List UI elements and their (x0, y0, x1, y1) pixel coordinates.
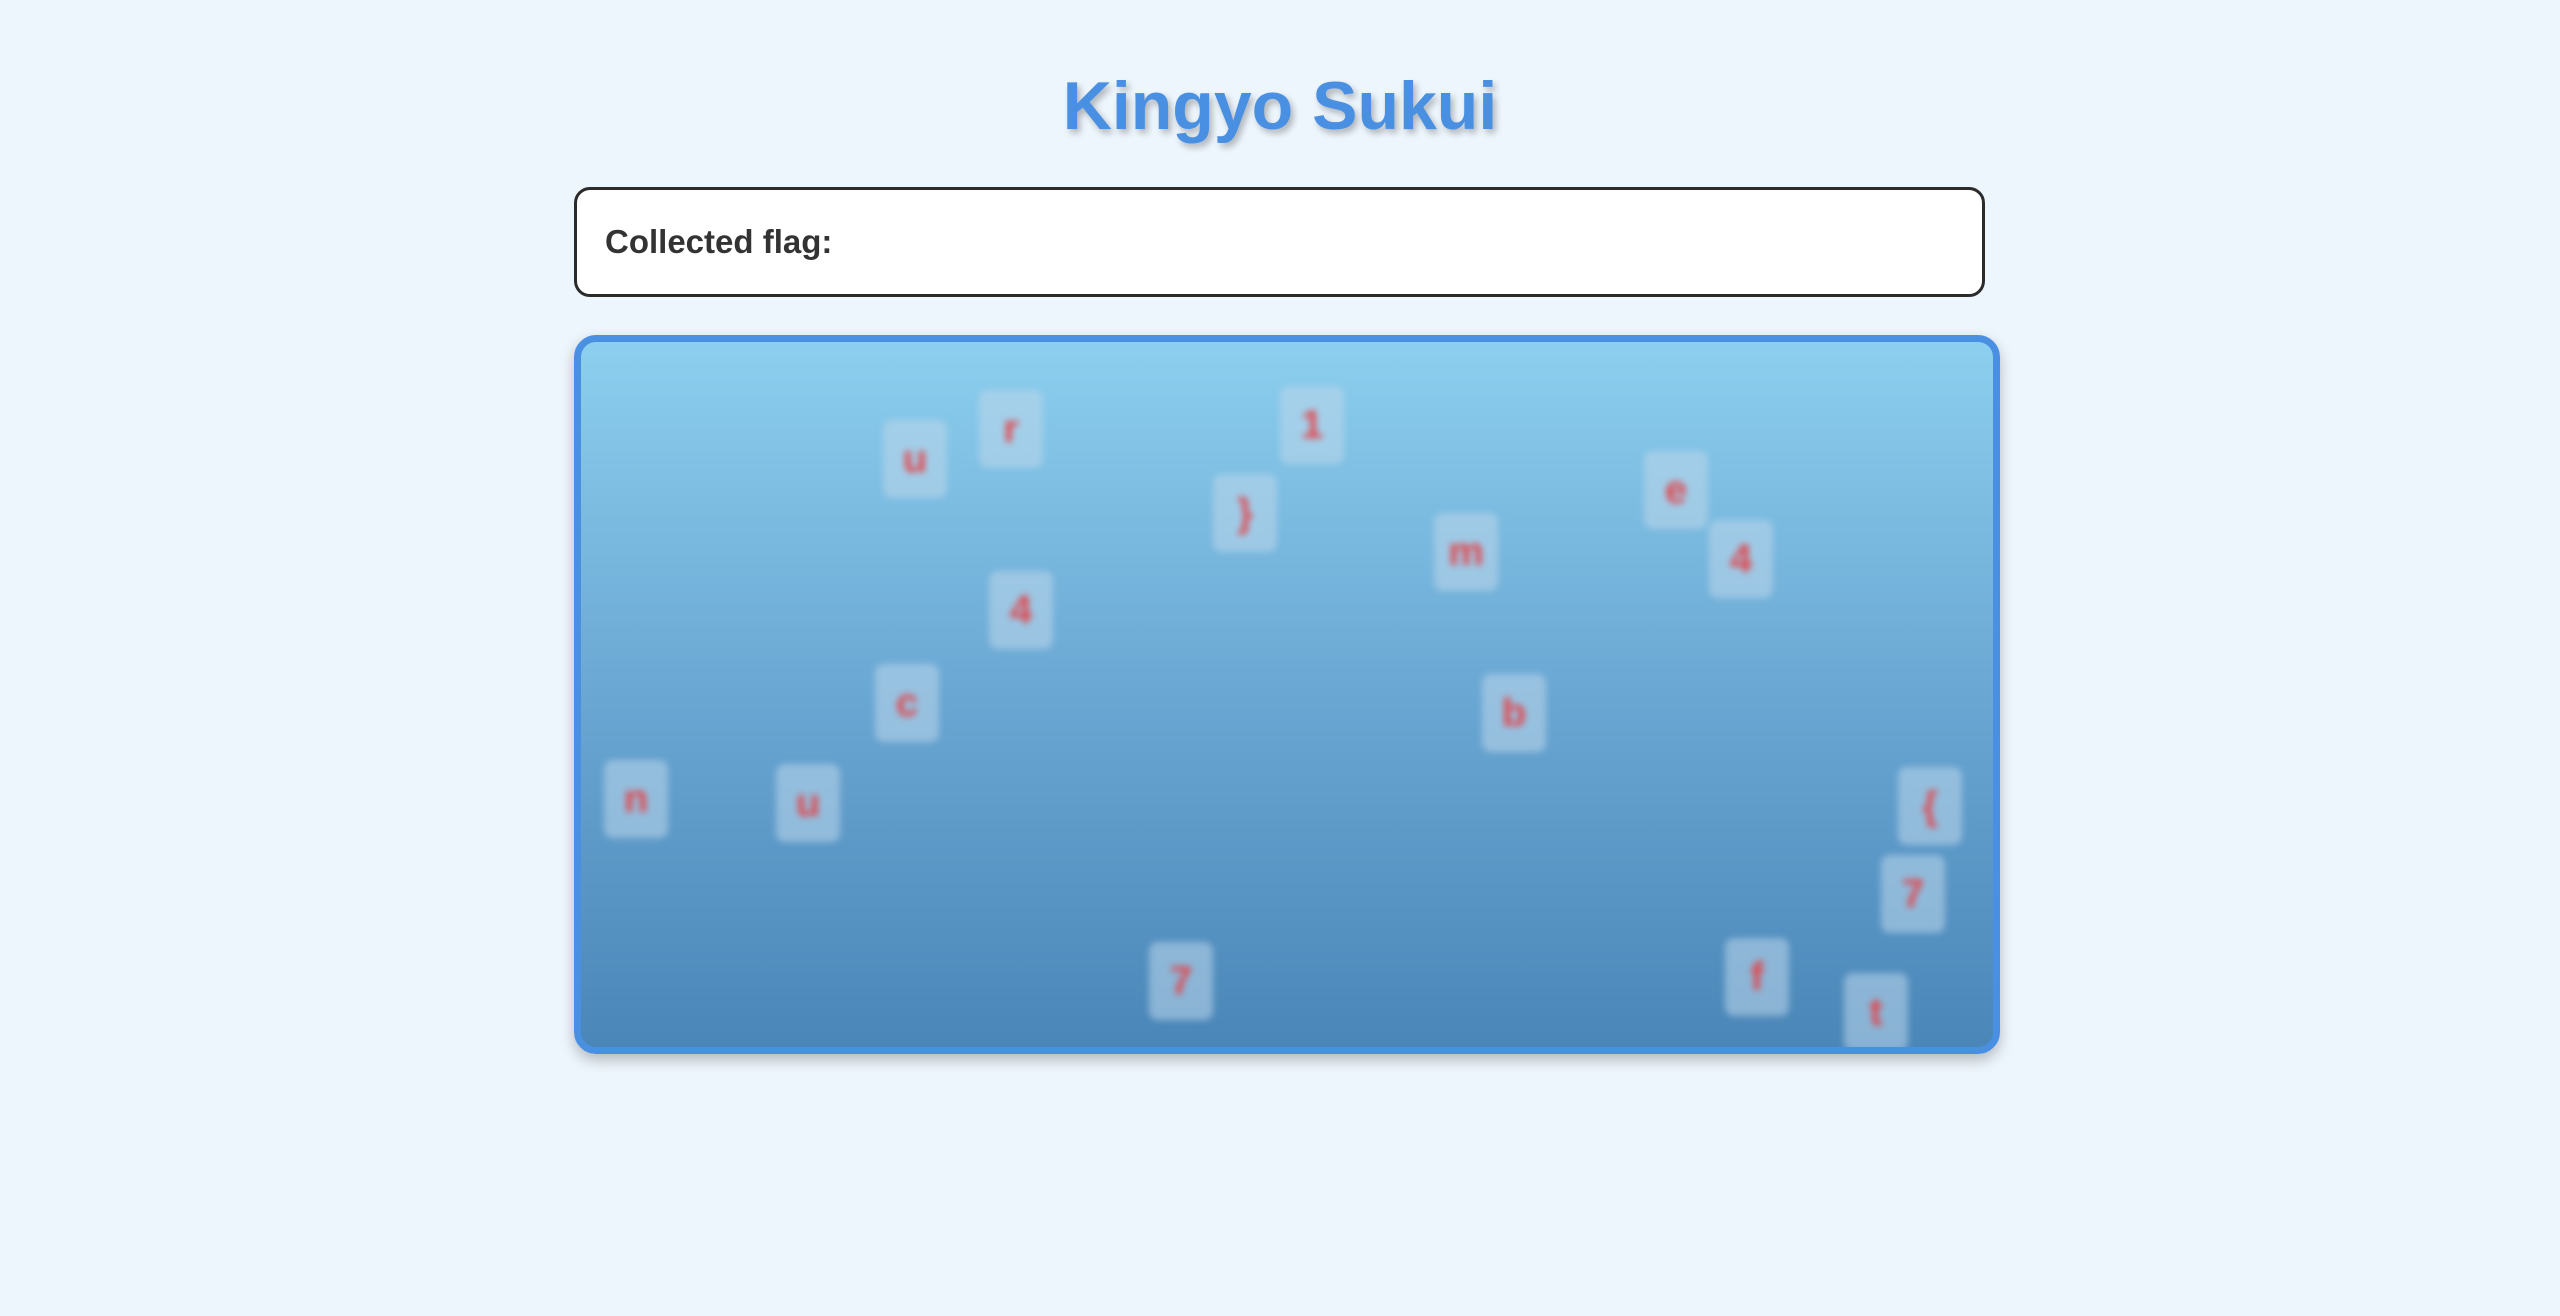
fish-letter[interactable]: m (1434, 513, 1498, 591)
fish-letter[interactable]: 4 (1709, 520, 1773, 598)
fish-letter-char: { (1922, 783, 1938, 828)
fish-letter[interactable]: b (1482, 674, 1546, 752)
fish-letter-char: 7 (1169, 958, 1193, 1003)
fish-letter[interactable]: 7 (1149, 942, 1213, 1020)
fish-letter-char: c (895, 680, 919, 725)
goldfish-pond: u r 1 } m e 4 4 c b n u { 7 7 f t (574, 335, 2000, 1054)
collected-flag-label: Collected flag: (605, 223, 833, 260)
fish-letter-char: 7 (1901, 871, 1925, 916)
fish-letter-char: u (902, 436, 928, 481)
fish-letter[interactable]: u (776, 764, 840, 842)
fish-letter[interactable]: t (1844, 973, 1908, 1047)
fish-letter-char: r (1003, 406, 1019, 451)
fish-letter[interactable]: u (883, 420, 947, 498)
fish-letter-char: u (795, 780, 821, 825)
fish-letter-char: t (1869, 989, 1883, 1034)
page-title: Kingyo Sukui (1062, 68, 1498, 144)
fish-letter[interactable]: f (1725, 938, 1789, 1016)
fish-letter[interactable]: e (1644, 451, 1708, 529)
fish-letter-char: f (1750, 954, 1764, 999)
fish-letter[interactable]: n (604, 760, 668, 838)
fish-letter-char: 1 (1300, 402, 1324, 447)
fish-letter[interactable]: 1 (1280, 386, 1344, 464)
fish-letter[interactable]: } (1213, 474, 1277, 552)
fish-letter[interactable]: { (1898, 767, 1962, 845)
fish-letter-char: 4 (1009, 587, 1033, 632)
fish-letter-char: } (1237, 490, 1253, 535)
fish-letter[interactable]: c (875, 664, 939, 742)
fish-letter[interactable]: 4 (989, 571, 1053, 649)
collected-flag-panel: Collected flag: (574, 187, 1985, 297)
fish-letter-char: 4 (1729, 536, 1753, 581)
fish-letter-char: n (623, 776, 649, 821)
fish-letter-char: b (1501, 690, 1527, 735)
fish-letter[interactable]: r (979, 390, 1043, 468)
fish-letter-char: e (1664, 467, 1688, 512)
fish-letter[interactable]: 7 (1881, 855, 1945, 933)
fish-letter-char: m (1448, 529, 1484, 574)
